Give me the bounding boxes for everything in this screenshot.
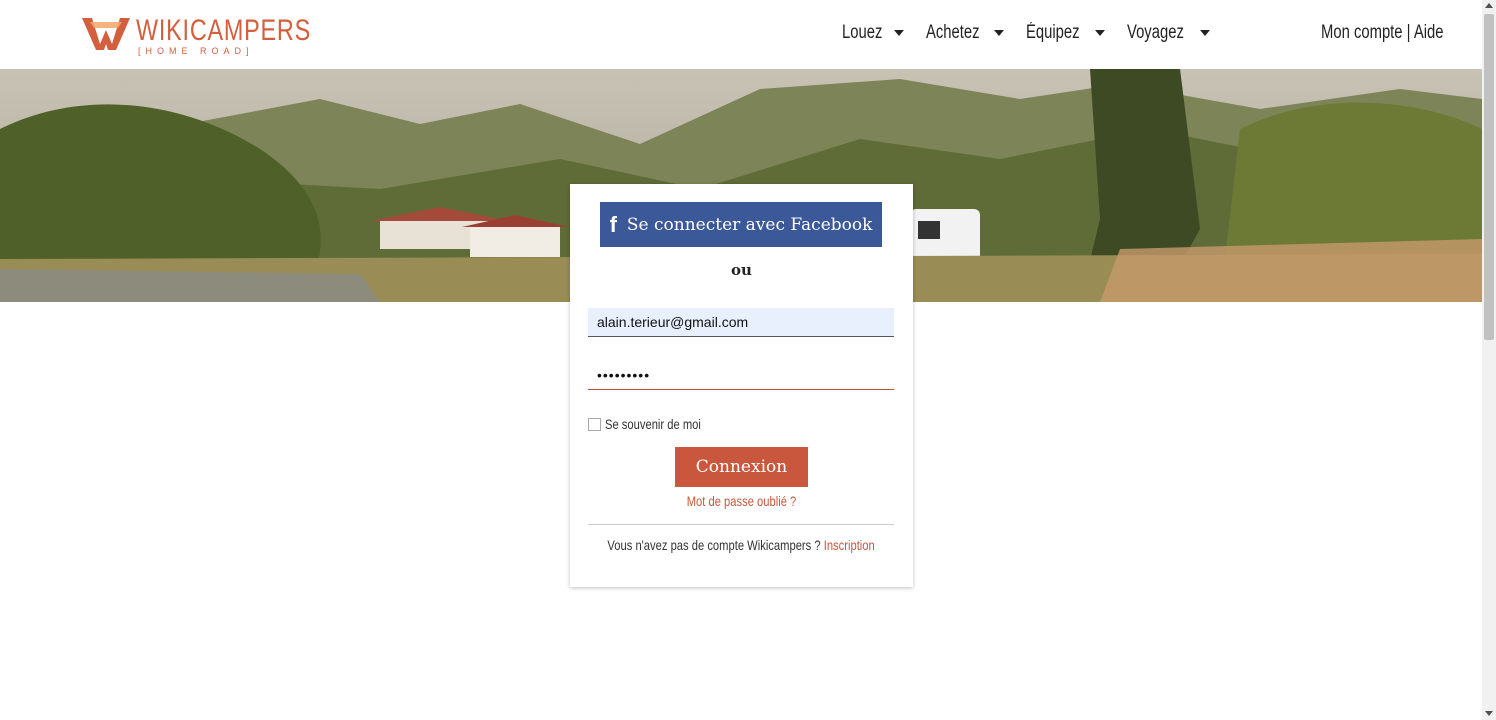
nav-label: Voyagez xyxy=(1127,22,1184,43)
nav-louez[interactable]: Louez xyxy=(842,22,904,44)
remember-me-label: Se souvenir de moi xyxy=(605,416,701,432)
account-links: Mon compte | Aide xyxy=(1321,22,1443,44)
site-header: WIKICAMPERS [HOME ROAD] Louez Achetez Éq… xyxy=(0,0,1482,69)
nav-voyagez[interactable]: Voyagez xyxy=(1127,22,1211,44)
logo-name: WIKICAMPERS xyxy=(136,14,312,47)
caret-down-icon xyxy=(994,30,1005,36)
facebook-login-button[interactable]: f Se connecter avec Facebook xyxy=(600,202,882,247)
login-card: f Se connecter avec Facebook ou Se souve… xyxy=(570,184,913,587)
account-separator: | xyxy=(1402,22,1414,43)
facebook-icon: f xyxy=(609,211,617,237)
nav-achetez[interactable]: Achetez xyxy=(926,22,1005,44)
nav-label: Équipez xyxy=(1026,22,1081,43)
nav-label: Louez xyxy=(842,22,883,43)
nav-equipez[interactable]: Équipez xyxy=(1026,22,1106,44)
signup-prompt: Vous n'avez pas de compte Wikicampers ? … xyxy=(570,537,913,553)
login-submit-button[interactable]: Connexion xyxy=(675,447,808,487)
no-account-text: Vous n'avez pas de compte Wikicampers ? xyxy=(607,537,825,553)
forgot-password-link[interactable]: Mot de passe oublié ? xyxy=(570,493,913,509)
scroll-down-icon[interactable] xyxy=(1485,711,1493,716)
logo-tagline: [HOME ROAD] xyxy=(138,46,254,56)
wikicampers-logo-icon xyxy=(82,18,130,50)
email-field[interactable] xyxy=(588,308,894,337)
password-field[interactable] xyxy=(588,361,894,390)
nav-label: Achetez xyxy=(925,22,980,43)
site-logo[interactable]: WIKICAMPERS [HOME ROAD] xyxy=(82,14,310,56)
signup-link[interactable]: Inscription xyxy=(824,537,875,553)
scroll-up-icon[interactable] xyxy=(1485,3,1493,8)
page-scrollbar[interactable] xyxy=(1482,0,1496,720)
scroll-thumb[interactable] xyxy=(1484,14,1494,340)
caret-down-icon xyxy=(1095,30,1106,36)
caret-down-icon xyxy=(893,30,904,36)
divider xyxy=(588,524,894,525)
caret-down-icon xyxy=(1200,30,1211,36)
remember-me[interactable]: Se souvenir de moi xyxy=(588,416,725,432)
forgot-password-label: Mot de passe oublié ? xyxy=(686,493,797,509)
remember-me-checkbox[interactable] xyxy=(588,417,601,431)
or-separator: ou xyxy=(731,261,752,279)
main-nav: Louez Achetez Équipez Voyagez xyxy=(842,22,1211,44)
my-account-link[interactable]: Mon compte xyxy=(1321,22,1403,43)
help-link[interactable]: Aide xyxy=(1414,22,1444,43)
facebook-login-label: Se connecter avec Facebook xyxy=(626,214,873,235)
